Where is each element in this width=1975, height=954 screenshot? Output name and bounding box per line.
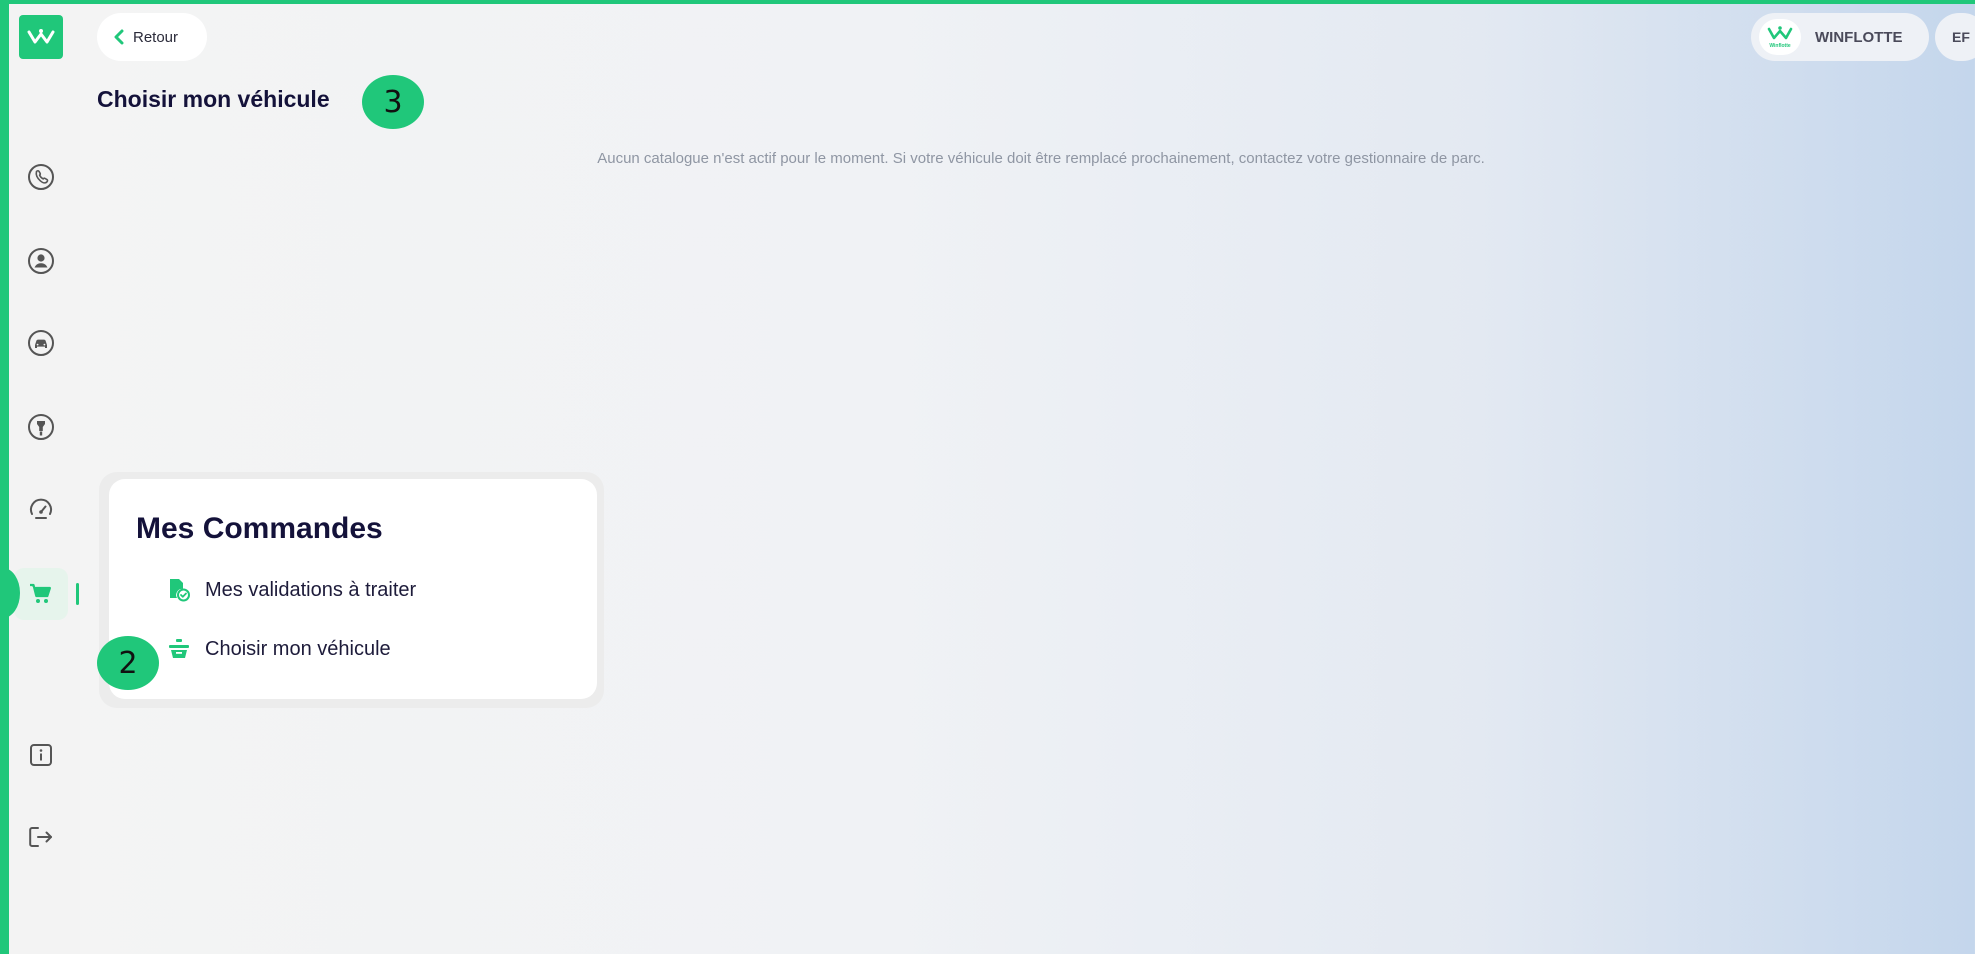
- link-validations-label: Mes validations à traiter: [205, 578, 417, 601]
- annotation-marker-3: 3: [362, 75, 424, 129]
- annotation-marker-2: 2: [97, 636, 159, 690]
- orders-card: Mes Commandes Mes validations à traiter …: [109, 479, 597, 699]
- sidebar-item-profile[interactable]: [22, 242, 60, 280]
- link-choose-vehicle-label: Choisir mon véhicule: [205, 637, 391, 660]
- logout-icon: [29, 827, 52, 847]
- user-icon: [28, 248, 54, 274]
- org-logo-caption: Winflotte: [1769, 43, 1791, 49]
- sidebar-item-mileage[interactable]: [22, 491, 60, 529]
- sidebar: [0, 0, 80, 954]
- winflotte-logo-icon: Winflotte: [1767, 26, 1793, 49]
- link-validations[interactable]: Mes validations à traiter: [167, 577, 416, 603]
- back-button-label: Retour: [133, 28, 179, 46]
- app-logo[interactable]: [19, 15, 63, 59]
- organization-switcher[interactable]: Winflotte WINFLOTTE: [1751, 13, 1929, 61]
- vehicle-basket-icon: [167, 636, 191, 662]
- car-icon: [28, 330, 54, 356]
- user-avatar[interactable]: EF: [1935, 13, 1975, 61]
- active-indicator: [76, 583, 79, 605]
- org-name: WINFLOTTE: [1815, 28, 1903, 46]
- card-title: Mes Commandes: [136, 512, 383, 545]
- page-title: Choisir mon véhicule: [97, 86, 330, 112]
- sidebar-item-fuel[interactable]: [22, 408, 60, 446]
- cart-icon: [30, 583, 51, 603]
- gauge-icon: [30, 498, 52, 519]
- org-logo: Winflotte: [1759, 19, 1801, 55]
- document-check-icon: [167, 577, 191, 603]
- back-button[interactable]: Retour: [97, 13, 207, 61]
- link-choose-vehicle[interactable]: Choisir mon véhicule: [167, 636, 391, 662]
- sidebar-item-vehicle[interactable]: [22, 324, 60, 362]
- empty-catalogue-message: Aucun catalogue n'est actif pour le mome…: [597, 150, 1485, 167]
- info-icon: [30, 744, 52, 766]
- sidebar-item-orders[interactable]: [14, 568, 68, 620]
- fuel-pump-icon: [28, 414, 54, 440]
- winflotte-logo-icon: [27, 29, 55, 44]
- sidebar-item-info[interactable]: [22, 736, 60, 774]
- chevron-left-icon: [114, 29, 124, 45]
- phone-icon: [28, 164, 54, 190]
- sidebar-item-logout[interactable]: [22, 818, 60, 856]
